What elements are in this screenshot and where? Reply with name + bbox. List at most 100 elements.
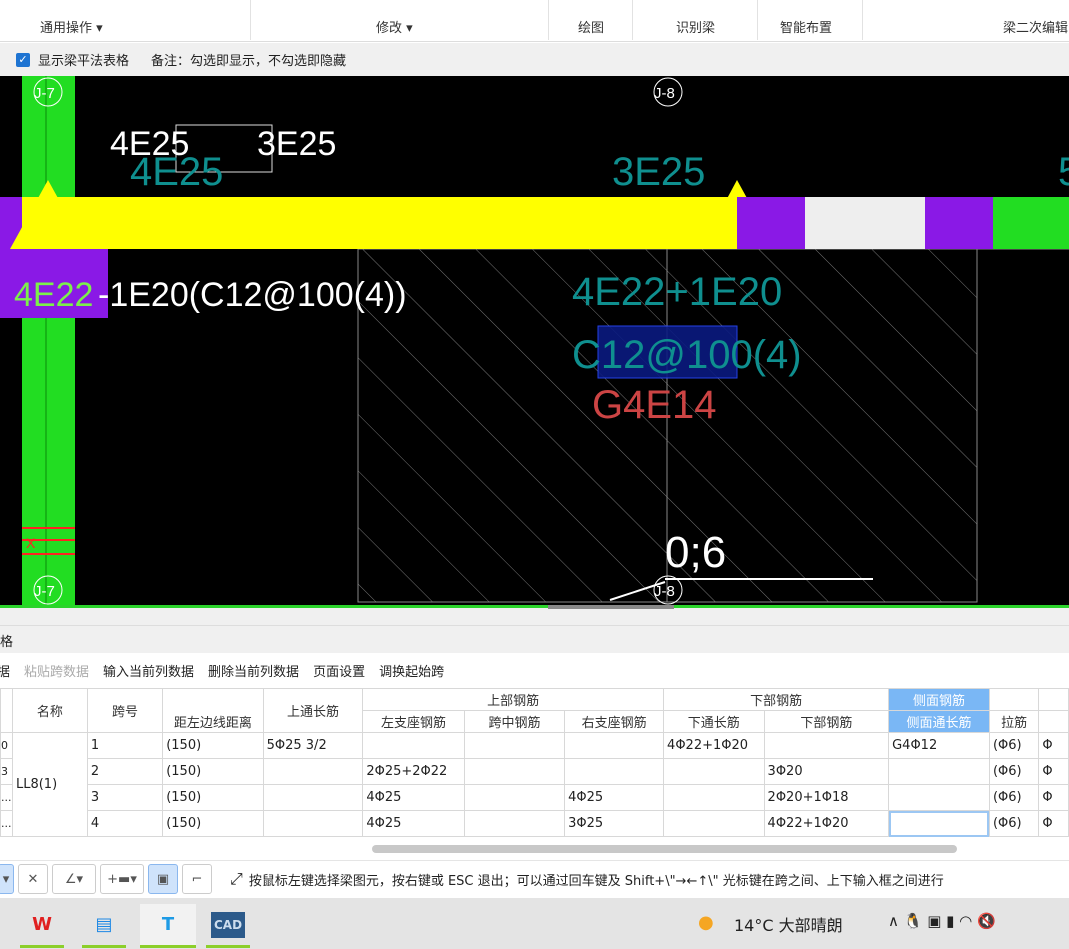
clipped-cell[interactable]: ... [0, 784, 13, 811]
cell-tie[interactable]: (Φ6) [988, 810, 1040, 837]
span-cell[interactable]: 4 [86, 810, 164, 837]
horizontal-scrollbar[interactable] [372, 845, 957, 853]
offset-icon[interactable]: +▬▾ [100, 864, 144, 894]
table-row: 0 LL8(1) 1 (150) 5Φ25 3/2 4Φ22+1Φ20 G4Φ12 (Φ6) Φ [0, 732, 1069, 837]
cell-tie[interactable]: (Φ6) [988, 732, 1040, 759]
left-span-label[interactable]: -1E20(C12@100(4)) [98, 276, 407, 314]
wps-icon[interactable]: W [20, 904, 64, 948]
group-modify[interactable]: 修改 ▾ [376, 17, 413, 36]
cell-top-through[interactable] [262, 758, 364, 785]
cell-left[interactable]: 2Φ25+2Φ22 [362, 758, 465, 785]
cell-bottom[interactable]: 4Φ22+1Φ20 [763, 810, 890, 837]
angle-icon[interactable]: ∠▾ [52, 864, 96, 894]
cell-left[interactable] [362, 732, 465, 759]
dropdown-button[interactable]: ▾ [0, 864, 14, 894]
cell-right[interactable]: 4Φ25 [564, 784, 665, 811]
cell-extra[interactable]: Φ [1038, 810, 1069, 837]
weather-text[interactable]: 14°C 大部晴朗 [734, 912, 843, 936]
cell-side[interactable] [888, 784, 990, 811]
cell-top-through[interactable]: 5Φ25 3/2 [262, 732, 364, 759]
cell-mid[interactable] [463, 784, 566, 811]
clipped-cell[interactable]: 0 [0, 732, 13, 759]
header-side-steel[interactable]: 侧面钢筋 [888, 688, 990, 711]
copy-span-button[interactable]: 据 [0, 661, 10, 680]
group-beam-secondary-edit[interactable]: 梁二次编辑 [1003, 17, 1068, 36]
cell-dist[interactable]: (150) [162, 732, 264, 759]
svg-text:J-8: J-8 [654, 85, 675, 102]
polyline-icon[interactable]: ⌐ [182, 864, 212, 894]
top-right-label[interactable]: 3E25 [257, 125, 336, 163]
clipped-cell[interactable]: 3 [0, 758, 13, 785]
beam-name-cell[interactable]: LL8(1) [11, 732, 88, 837]
group-identify-beam[interactable]: 识别梁 [676, 17, 715, 36]
taskbar: W ▤ T CAD ● 14°C 大部晴朗 ∧ 🐧 ▣ ▮ ◠ 🔇 [0, 898, 1069, 949]
beam[interactable] [0, 197, 737, 249]
cell-bot-through[interactable]: 4Φ22+1Φ20 [663, 732, 765, 759]
doc-app-icon[interactable]: ▤ [82, 904, 126, 948]
paste-span-button[interactable]: 粘贴跨数据 [24, 661, 89, 680]
cell-left[interactable]: 4Φ25 [362, 784, 465, 811]
cell-side[interactable] [888, 810, 990, 837]
cell-bot-through[interactable] [663, 758, 765, 785]
cell-dist[interactable]: (150) [162, 758, 264, 785]
bottom-toolbar: ▾ ✕ ∠▾ +▬▾ ▣ ⌐ ⤢ 按鼠标左键选择梁图元，按右键或 ESC 退出；… [0, 860, 1069, 897]
svg-text:J-8: J-8 [654, 583, 675, 600]
input-column-button[interactable]: 输入当前列数据 [103, 661, 194, 680]
cad-canvas[interactable]: X 4E25 3E25 5 4E25 3E25 4E22 -1E20(C12@1… [0, 76, 1069, 605]
swap-start-span-button[interactable]: 调换起始跨 [379, 661, 444, 680]
cell-extra[interactable]: Φ [1038, 732, 1069, 759]
splitter[interactable] [0, 605, 1069, 625]
cell-extra[interactable]: Φ [1038, 784, 1069, 811]
cad-app-icon[interactable]: CAD [206, 904, 250, 948]
cell-dist[interactable]: (150) [162, 784, 264, 811]
show-table-checkbox[interactable]: ✓ [16, 52, 30, 67]
delete-column-button[interactable]: 删除当前列数据 [208, 661, 299, 680]
table-row: ... 3 (150) 4Φ25 4Φ25 2Φ20+1Φ18 (Φ6) Φ [0, 784, 1069, 811]
top-left-label[interactable]: 4E25 [110, 125, 189, 163]
cell-side[interactable] [888, 758, 990, 785]
cell-extra[interactable]: Φ [1038, 758, 1069, 785]
cell-bot-through[interactable] [663, 810, 765, 837]
header-tie: 拉筋 [988, 710, 1040, 733]
cell-mid[interactable] [463, 732, 566, 759]
left-span-green-label[interactable]: 4E22 [14, 276, 93, 314]
cell-mid[interactable] [463, 810, 566, 837]
cell-bot-through[interactable] [663, 784, 765, 811]
cell-right[interactable]: 3Φ25 [564, 810, 665, 837]
span-cell[interactable]: 1 [86, 732, 164, 759]
group-draw[interactable]: 绘图 [578, 17, 604, 36]
delete-icon[interactable]: ✕ [18, 864, 48, 894]
svg-text:J-7: J-7 [34, 583, 55, 600]
page-setup-button[interactable]: 页面设置 [313, 661, 365, 680]
header-right-support: 右支座钢筋 [564, 710, 665, 733]
cell-mid[interactable] [463, 758, 566, 785]
option-bar: ✓ 显示梁平法表格 备注：勾选即显示，不勾选即隐藏 [0, 43, 1069, 76]
group-smart-layout[interactable]: 智能布置 [780, 17, 832, 36]
mid-stirrup-label: C12@100(4) [572, 333, 802, 377]
cell-side[interactable]: G4Φ12 [888, 732, 990, 759]
clipped-cell[interactable]: ... [0, 810, 13, 837]
header-bottom: 下部钢筋 [763, 710, 890, 733]
cell-top-through[interactable] [262, 784, 364, 811]
cell-top-through[interactable] [262, 810, 364, 837]
select-icon[interactable]: ▣ [148, 864, 178, 894]
header-side-through[interactable]: 侧面通长筋 [888, 710, 990, 733]
cell-right[interactable] [564, 732, 665, 759]
splitter-grip[interactable] [548, 605, 674, 609]
t-app-icon[interactable]: T [140, 904, 196, 948]
cell-bottom[interactable]: 3Φ20 [763, 758, 890, 785]
cell-left[interactable]: 4Φ25 [362, 810, 465, 837]
mid-bottom-label: 4E22+1E20 [572, 270, 782, 314]
cell-dist[interactable]: (150) [162, 810, 264, 837]
span-cell[interactable]: 2 [86, 758, 164, 785]
ghost-top-mid-label: 3E25 [612, 150, 705, 194]
panel-title: 格 [0, 635, 14, 650]
tray-icons[interactable]: ∧ 🐧 ▣ ▮ ◠ 🔇 [888, 912, 996, 930]
group-general-ops[interactable]: 通用操作 ▾ [40, 17, 103, 36]
cell-tie[interactable]: (Φ6) [988, 784, 1040, 811]
cell-tie[interactable]: (Φ6) [988, 758, 1040, 785]
cell-bottom[interactable] [763, 732, 890, 759]
cell-right[interactable] [564, 758, 665, 785]
span-cell[interactable]: 3 [86, 784, 164, 811]
cell-bottom[interactable]: 2Φ20+1Φ18 [763, 784, 890, 811]
